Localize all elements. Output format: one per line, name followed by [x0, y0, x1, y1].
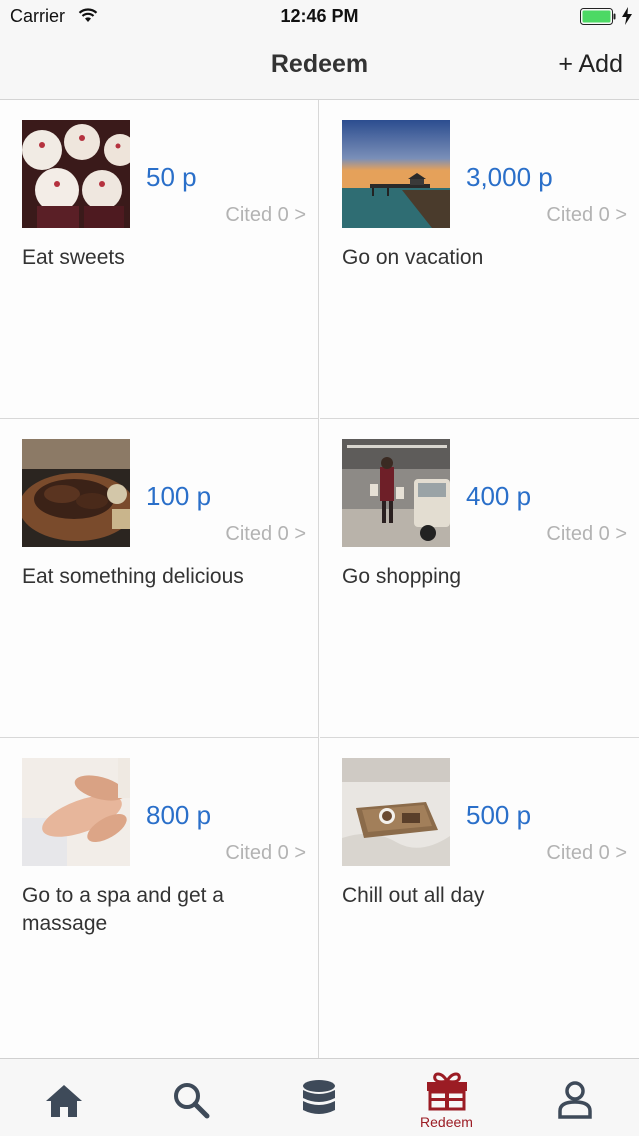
- reward-card[interactable]: 500 p Cited 0 > Chill out all day: [320, 738, 639, 1058]
- status-bar: Carrier 12:46 PM: [0, 0, 639, 32]
- tab-search[interactable]: [127, 1059, 254, 1137]
- reward-points: 3,000 p: [466, 162, 553, 192]
- reward-points: 400 p: [466, 481, 532, 511]
- status-time: 12:46 PM: [280, 6, 359, 26]
- tab-home[interactable]: [0, 1059, 127, 1137]
- shopping-parking-photo: [342, 439, 450, 547]
- foot-massage-photo: [22, 758, 130, 866]
- battery-icon: [580, 8, 616, 25]
- reward-cited-link[interactable]: Cited 0 >: [546, 842, 627, 865]
- database-icon: [302, 1080, 335, 1114]
- reward-cited-link[interactable]: Cited 0 >: [546, 204, 627, 227]
- reward-title: Eat something delicious: [22, 565, 244, 588]
- nav-bar: Redeem + Add: [0, 32, 639, 100]
- page-title: Redeem: [270, 50, 369, 78]
- reward-cited-link[interactable]: Cited 0 >: [225, 842, 306, 865]
- reward-title: Go to a spa and get a massage: [22, 884, 224, 935]
- reward-card[interactable]: 400 p Cited 0 > Go shopping: [320, 419, 639, 738]
- reward-card[interactable]: 800 p Cited 0 > Go to a spa and get a ma…: [0, 738, 319, 1058]
- reward-cited-link[interactable]: Cited 0 >: [225, 523, 306, 546]
- reward-points: 50 p: [146, 162, 197, 192]
- tab-database[interactable]: [255, 1059, 382, 1137]
- reward-points: 800 p: [146, 800, 212, 830]
- reward-card[interactable]: 50 p Cited 0 > Eat sweets: [0, 100, 319, 419]
- reward-title: Go shopping: [342, 565, 462, 588]
- charging-bolt-icon: [622, 7, 632, 25]
- coffee-tray-bed-photo: [342, 758, 450, 866]
- reward-points: 100 p: [146, 481, 212, 511]
- gift-icon: [426, 1072, 467, 1111]
- search-icon: [173, 1083, 209, 1119]
- reward-points: 500 p: [466, 800, 532, 830]
- reward-title: Chill out all day: [342, 884, 485, 907]
- steak-dinner-photo: [22, 439, 130, 547]
- tab-redeem[interactable]: Redeem: [383, 1059, 510, 1137]
- tab-bar: Redeem: [0, 1058, 639, 1136]
- tab-label: Redeem: [420, 1114, 473, 1130]
- home-icon: [45, 1085, 82, 1117]
- reward-card[interactable]: 3,000 p Cited 0 > Go on vacation: [320, 100, 639, 419]
- rewards-grid: 50 p Cited 0 > Eat sweets 3,000 p Cited …: [0, 100, 639, 1058]
- reward-cited-link[interactable]: Cited 0 >: [225, 204, 306, 227]
- reward-title: Eat sweets: [22, 246, 125, 269]
- add-button[interactable]: + Add: [558, 50, 623, 79]
- person-icon: [557, 1081, 592, 1119]
- pier-sunset-photo: [342, 120, 450, 228]
- tab-profile[interactable]: [511, 1059, 638, 1137]
- cupcakes-photo: [22, 120, 130, 228]
- reward-cited-link[interactable]: Cited 0 >: [546, 523, 627, 546]
- reward-card[interactable]: 100 p Cited 0 > Eat something delicious: [0, 419, 319, 738]
- reward-title: Go on vacation: [342, 246, 484, 269]
